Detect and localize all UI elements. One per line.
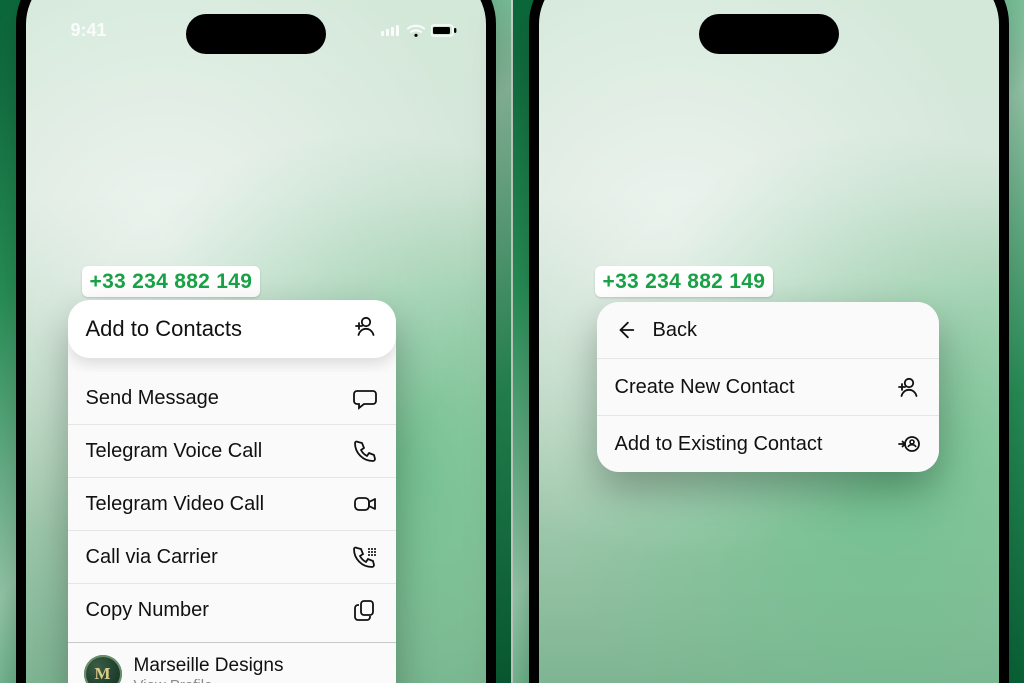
menu-item-carrier-call[interactable]: Call via Carrier bbox=[68, 531, 396, 584]
phone-number-chip[interactable]: +33 234 882 149 bbox=[595, 266, 774, 297]
contact-result-card[interactable]: M Marseille Designs View Profile › bbox=[68, 642, 396, 683]
menu-item-create-new-contact[interactable]: Create New Contact bbox=[597, 359, 939, 416]
status-time: 9:41 bbox=[54, 20, 124, 41]
menu-header-label: Add to Contacts bbox=[86, 316, 243, 342]
menu-item-add-to-existing[interactable]: Add to Existing Contact bbox=[597, 416, 939, 472]
menu-item-add-to-contacts[interactable]: Add to Contacts bbox=[68, 300, 396, 358]
menu-item-send-message[interactable]: Send Message bbox=[68, 372, 396, 425]
chat-bubble-icon bbox=[352, 385, 378, 411]
merge-contact-icon bbox=[895, 431, 921, 457]
phone-keypad-icon bbox=[352, 544, 378, 570]
add-to-contacts-submenu: Back Create New Contact Add to Existing … bbox=[597, 302, 939, 472]
menu-item-back[interactable]: Back bbox=[597, 302, 939, 359]
video-icon bbox=[352, 491, 378, 517]
phone-frame-right: +33 234 882 149 Back Create New Contact … bbox=[529, 0, 1009, 683]
phone-screen-right: +33 234 882 149 Back Create New Contact … bbox=[539, 0, 999, 683]
phone-number-chip[interactable]: +33 234 882 149 bbox=[82, 266, 261, 297]
phone-screen-left: 9:41 +33 234 882 149 Add to Contacts bbox=[26, 0, 486, 683]
contact-title: Marseille Designs bbox=[134, 655, 284, 677]
dynamic-island bbox=[186, 14, 326, 54]
battery-icon bbox=[431, 24, 458, 38]
menu-item-video-call[interactable]: Telegram Video Call bbox=[68, 478, 396, 531]
contact-subtitle: View Profile › bbox=[134, 677, 284, 683]
add-person-icon bbox=[895, 374, 921, 400]
dynamic-island bbox=[699, 14, 839, 54]
left-panel: 9:41 +33 234 882 149 Add to Contacts bbox=[0, 0, 511, 683]
phone-icon bbox=[352, 438, 378, 464]
wifi-icon bbox=[407, 24, 425, 38]
menu-item-voice-call[interactable]: Telegram Voice Call bbox=[68, 425, 396, 478]
context-menu: Add to Contacts Send Message Telegram Vo… bbox=[68, 300, 396, 683]
avatar: M bbox=[84, 655, 122, 683]
back-arrow-icon bbox=[613, 317, 639, 343]
signal-icon bbox=[381, 24, 401, 37]
copy-icon bbox=[352, 597, 378, 623]
menu-item-copy-number[interactable]: Copy Number bbox=[68, 584, 396, 636]
add-person-icon bbox=[352, 314, 378, 344]
phone-frame-left: 9:41 +33 234 882 149 Add to Contacts bbox=[16, 0, 496, 683]
right-panel: +33 234 882 149 Back Create New Contact … bbox=[511, 0, 1024, 683]
